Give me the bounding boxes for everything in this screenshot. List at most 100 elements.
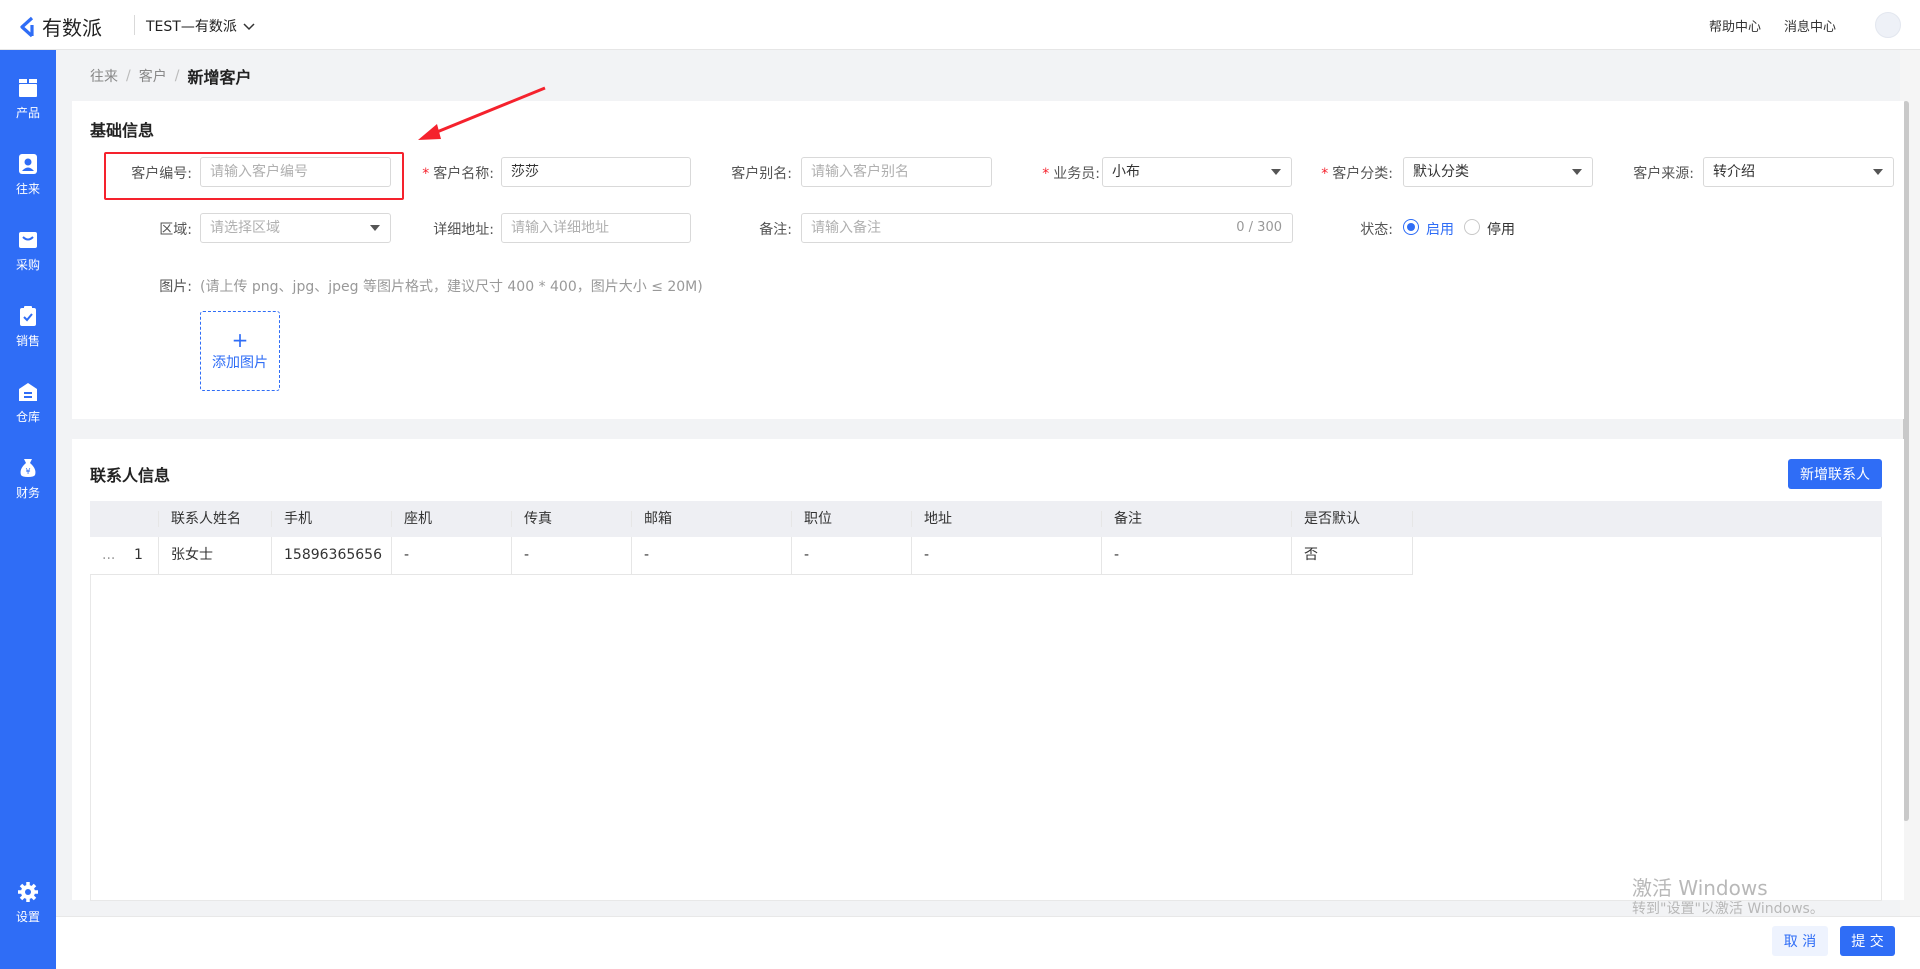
cell-fax: - xyxy=(524,547,530,563)
column-divider xyxy=(271,511,272,527)
sidebar: 产品 往来 采购 销售 仓库 ¥ 财务 设置 xyxy=(0,50,56,969)
cancel-button[interactable]: 取 消 xyxy=(1772,926,1828,956)
column-header-email: 邮箱 xyxy=(644,511,672,527)
submit-button[interactable]: 提 交 xyxy=(1840,926,1895,956)
column-divider xyxy=(1101,511,1102,527)
customer-alias-input[interactable]: 请输入客户别名 xyxy=(801,157,992,187)
sidebar-item-label: 往来 xyxy=(15,181,40,196)
salesperson-label: * 业务员: xyxy=(1042,166,1100,182)
annotation-arrow-icon xyxy=(418,86,546,140)
cell-divider xyxy=(158,537,159,575)
money-bag-icon: ¥ xyxy=(20,458,36,477)
sidebar-item-label: 产品 xyxy=(15,105,40,120)
status-enabled-radio[interactable] xyxy=(1403,219,1419,235)
sidebar-item-settings[interactable]: 设置 xyxy=(0,872,56,932)
remark-placeholder: 请输入备注 xyxy=(811,220,881,236)
contacts-table-header: 联系人姓名 手机 座机 传真 邮箱 职位 地址 备注 是否默认 xyxy=(90,501,1882,537)
customer-category-select[interactable]: 默认分类 xyxy=(1403,157,1593,187)
breadcrumb-customers[interactable]: 客户 xyxy=(139,66,167,86)
add-image-label: 添加图片 xyxy=(212,355,268,371)
clipboard-icon xyxy=(20,305,36,326)
caret-down-icon xyxy=(1873,169,1883,175)
cell-divider xyxy=(911,537,912,575)
sidebar-item-contacts[interactable]: 往来 xyxy=(0,144,56,204)
column-divider xyxy=(1291,511,1292,527)
remark-counter: 0 / 300 xyxy=(1236,220,1282,235)
customer-name-label: * 客户名称: xyxy=(422,166,494,182)
sidebar-item-sales[interactable]: 销售 xyxy=(0,296,56,356)
status-disabled-label[interactable]: 停用 xyxy=(1487,219,1515,239)
caret-down-icon xyxy=(1271,169,1281,175)
column-divider xyxy=(158,511,159,527)
warehouse-icon xyxy=(19,382,37,401)
sidebar-item-warehouse[interactable]: 仓库 xyxy=(0,372,56,432)
customer-source-value: 转介绍 xyxy=(1713,164,1755,180)
salesperson-select[interactable]: 小布 xyxy=(1102,157,1292,187)
column-header-remark: 备注 xyxy=(1114,511,1142,527)
region-label: 区域: xyxy=(159,222,192,238)
cart-icon xyxy=(19,231,37,248)
customer-name-input[interactable]: 莎莎 xyxy=(501,157,691,187)
sidebar-item-purchase[interactable]: 采购 xyxy=(0,220,56,280)
sidebar-item-products[interactable]: 产品 xyxy=(0,68,56,128)
breadcrumb-separator: / xyxy=(174,68,180,84)
region-placeholder: 请选择区域 xyxy=(210,220,280,236)
cell-divider xyxy=(631,537,632,575)
page-title: 新增客户 xyxy=(187,68,252,87)
status-disabled-radio[interactable] xyxy=(1464,219,1480,235)
region-select[interactable]: 请选择区域 xyxy=(200,213,391,243)
customer-alias-label: 客户别名: xyxy=(731,166,792,182)
cell-divider xyxy=(511,537,512,575)
breadcrumb-contacts[interactable]: 往来 xyxy=(90,66,118,86)
sidebar-item-label: 销售 xyxy=(15,333,40,348)
top-bar: 有数派 TEST—有数派 帮助中心 消息中心 xyxy=(0,0,1920,50)
plus-icon: + xyxy=(231,328,249,352)
row-index: 1 xyxy=(134,547,143,563)
sidebar-item-label: 财务 xyxy=(15,485,40,500)
caret-down-icon xyxy=(1572,169,1582,175)
remark-input[interactable]: 请输入备注 0 / 300 xyxy=(801,213,1293,243)
breadcrumb: 往来 / 客户 / 新增客户 xyxy=(90,64,251,88)
message-center-link[interactable]: 消息中心 xyxy=(1784,16,1836,35)
logo[interactable]: 有数派 xyxy=(18,12,102,41)
column-header-phone: 座机 xyxy=(404,511,432,527)
column-divider xyxy=(791,511,792,527)
company-switcher[interactable]: TEST—有数派 xyxy=(146,16,255,36)
breadcrumb-separator: / xyxy=(126,68,131,84)
column-header-fax: 传真 xyxy=(524,511,552,527)
image-label: 图片: xyxy=(159,279,192,295)
box-icon xyxy=(19,78,37,97)
windows-activation-watermark: 激活 Windows xyxy=(1632,876,1768,900)
cell-position: - xyxy=(804,547,810,563)
table-row[interactable]: ... 1 张女士 15896365656 - - - - - - 否 xyxy=(90,537,1413,575)
cell-divider xyxy=(1291,537,1292,575)
caret-down-icon xyxy=(370,225,380,231)
basic-info-title: 基础信息 xyxy=(90,121,155,140)
column-header-mobile: 手机 xyxy=(284,511,312,527)
gear-icon xyxy=(18,881,38,902)
sidebar-item-finance[interactable]: ¥ 财务 xyxy=(0,448,56,508)
customer-category-label: * 客户分类: xyxy=(1321,166,1393,182)
salesperson-value: 小布 xyxy=(1112,164,1140,180)
add-contact-button[interactable]: 新增联系人 xyxy=(1788,459,1882,489)
cell-mobile: 15896365656 xyxy=(284,547,382,563)
customer-source-select[interactable]: 转介绍 xyxy=(1703,157,1894,187)
add-image-button[interactable]: + 添加图片 xyxy=(200,311,280,391)
contacts-title: 联系人信息 xyxy=(90,466,171,485)
cell-divider xyxy=(391,537,392,575)
status-enabled-label[interactable]: 启用 xyxy=(1426,219,1454,239)
sidebar-item-label: 仓库 xyxy=(15,409,40,424)
column-divider xyxy=(511,511,512,527)
annotation-highlight-box xyxy=(104,152,404,200)
address-input[interactable]: 请输入详细地址 xyxy=(501,213,691,243)
column-divider xyxy=(631,511,632,527)
cell-divider xyxy=(1412,537,1413,575)
header-divider xyxy=(134,15,135,35)
help-center-link[interactable]: 帮助中心 xyxy=(1709,16,1761,35)
status-label: 状态: xyxy=(1360,222,1393,238)
drag-handle-icon[interactable]: ... xyxy=(102,537,115,573)
column-divider xyxy=(391,511,392,527)
cell-name: 张女士 xyxy=(171,547,213,563)
avatar[interactable] xyxy=(1875,12,1901,38)
cell-divider xyxy=(791,537,792,575)
